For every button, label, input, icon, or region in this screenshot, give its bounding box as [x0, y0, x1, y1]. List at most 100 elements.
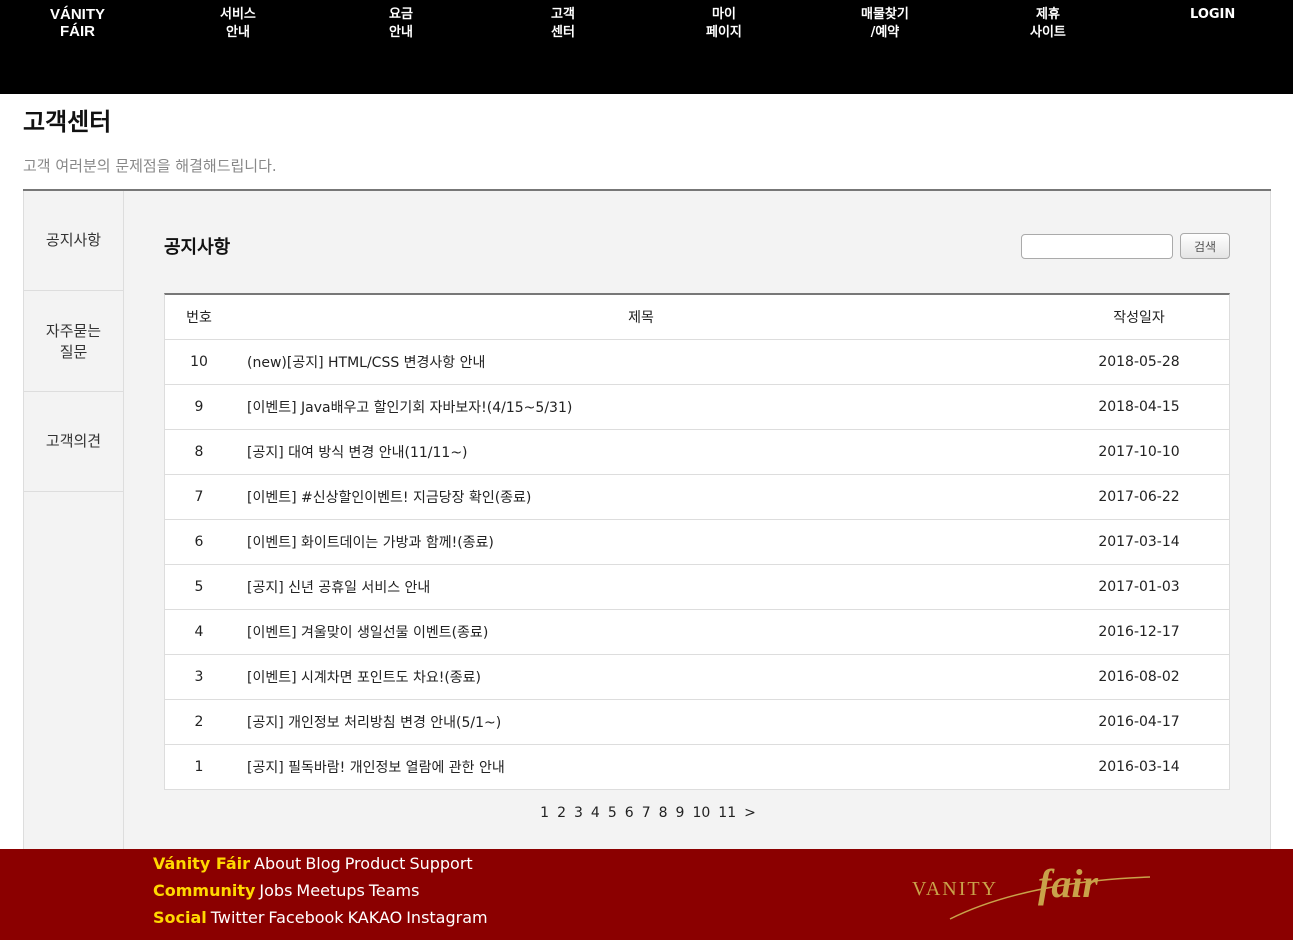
page-link[interactable]: 1	[540, 805, 549, 821]
footer-link[interactable]: Twitter	[211, 908, 265, 927]
row-title[interactable]: [이벤트] 화이트데이는 가방과 함께!(종료)	[233, 519, 1049, 565]
footer-link[interactable]: About	[254, 854, 301, 873]
page-link[interactable]: 9	[676, 805, 685, 821]
sidebar-item-notices[interactable]: 공지사항	[24, 191, 123, 291]
nav-item-pricing[interactable]: 요금 안내	[389, 6, 413, 42]
table-header-row: 번호 제목 작성일자	[165, 295, 1229, 340]
sidebar-item-label: 공지사항	[45, 231, 102, 249]
table-row[interactable]: 8 [공지] 대여 방식 변경 안내(11/11~) 2017-10-10	[165, 429, 1229, 475]
column-header-title: 제목	[233, 295, 1049, 340]
table-row[interactable]: 4 [이벤트] 겨울맞이 생일선물 이벤트(종료) 2016-12-17	[165, 609, 1229, 655]
table-row[interactable]: 9 [이벤트] Java배우고 할인기회 자바보자!(4/15~5/31) 2018…	[165, 384, 1229, 430]
row-date: 2016-08-02	[1049, 654, 1229, 700]
row-title[interactable]: [공지] 개인정보 처리방침 변경 안내(5/1~)	[233, 699, 1049, 745]
page-link[interactable]: 8	[659, 805, 668, 821]
row-date: 2017-03-14	[1049, 519, 1229, 565]
brand-logo[interactable]: VÁNITY FÁIR	[50, 6, 105, 40]
row-title[interactable]: [이벤트] 겨울맞이 생일선물 이벤트(종료)	[233, 609, 1049, 655]
footer-link[interactable]: Support	[409, 854, 472, 873]
row-date: 2017-06-22	[1049, 474, 1229, 520]
row-number: 10	[165, 339, 233, 385]
content-frame: 공지사항 자주묻는 질문 고객의견 공지사항 검색 번호 제목 작성일자 10(…	[23, 191, 1271, 849]
search-button[interactable]: 검색	[1180, 233, 1230, 259]
footer-link[interactable]: Facebook	[268, 908, 343, 927]
page-link[interactable]: 7	[642, 805, 651, 821]
row-number: 4	[165, 609, 233, 655]
logo-word-1: VANITY	[912, 878, 998, 900]
row-number: 2	[165, 699, 233, 745]
nav-label-line-1: 서비스	[220, 7, 256, 22]
table-row[interactable]: 10 (new)[공지] HTML/CSS 변경사항 안내 2018-05-28	[165, 339, 1229, 385]
logo-word-2: fair	[1038, 861, 1098, 906]
footer-link[interactable]: Blog	[305, 854, 340, 873]
footer-link[interactable]: Instagram	[406, 908, 487, 927]
nav-label-line-2: 페이지	[706, 25, 742, 40]
footer-link[interactable]: Teams	[369, 881, 420, 900]
sidebar: 공지사항 자주묻는 질문 고객의견	[24, 191, 124, 849]
table-row[interactable]: 1 [공지] 필독바람! 개인정보 열람에 관한 안내 2016-03-14	[165, 744, 1229, 790]
row-title[interactable]: [이벤트] 시계차면 포인트도 차요!(종료)	[233, 654, 1049, 700]
page-link[interactable]: 2	[557, 805, 566, 821]
notice-table: 번호 제목 작성일자 10 (new)[공지] HTML/CSS 변경사항 안내 2…	[165, 295, 1229, 790]
nav-label-line-1: 마이	[711, 7, 736, 22]
table-row[interactable]: 3 [이벤트] 시계차면 포인트도 차요!(종료) 2016-08-02	[165, 654, 1229, 700]
row-date: 2018-04-15	[1049, 384, 1229, 430]
row-number: 1	[165, 744, 233, 790]
notice-board: 번호 제목 작성일자 10 (new)[공지] HTML/CSS 변경사항 안내 2…	[164, 293, 1230, 790]
page-title: 고객센터	[23, 108, 112, 136]
row-date: 2016-03-14	[1049, 744, 1229, 790]
row-number: 5	[165, 564, 233, 610]
search-input[interactable]	[1021, 234, 1173, 259]
nav-item-find-listing[interactable]: 매물찾기 /예약	[861, 6, 909, 42]
footer-line-social: Social Twitter Facebook KAKAO Instagram	[153, 908, 492, 927]
row-number: 3	[165, 654, 233, 700]
nav-item-my-page[interactable]: 마이 페이지	[706, 6, 742, 42]
table-row[interactable]: 7 [이벤트] #신상할인이벤트! 지금당장 확인(종료) 2017-06-22	[165, 474, 1229, 520]
page-link[interactable]: 5	[608, 805, 617, 821]
sidebar-label-line-1: 자주묻는	[45, 321, 102, 340]
row-number: 9	[165, 384, 233, 430]
nav-label-line-2: 안내	[389, 25, 413, 40]
brand-line-1: VÁNITY	[50, 6, 106, 23]
nav-label-line-1: 요금	[389, 7, 413, 22]
nav-item-service-info[interactable]: 서비스 안내	[220, 6, 256, 42]
row-title[interactable]: [이벤트] Java배우고 할인기회 자바보자!(4/15~5/31)	[233, 384, 1049, 430]
pagination: 1 2 3 4 5 6 7 8 9 10 11 >	[24, 805, 1272, 821]
login-link[interactable]: LOGIN	[1190, 6, 1235, 24]
sidebar-item-feedback[interactable]: 고객의견	[24, 392, 123, 492]
table-row[interactable]: 6 [이벤트] 화이트데이는 가방과 함께!(종료) 2017-03-14	[165, 519, 1229, 565]
page-link[interactable]: 10	[692, 805, 710, 821]
footer-link[interactable]: Product	[345, 854, 406, 873]
nav-label-line-2: 안내	[225, 25, 250, 40]
page-link[interactable]: 11	[718, 805, 736, 821]
row-title[interactable]: (new)[공지] HTML/CSS 변경사항 안내	[233, 339, 1049, 385]
nav-label-line-2: /예약	[870, 25, 900, 40]
row-number: 6	[165, 519, 233, 565]
footer-link[interactable]: KAKAO	[348, 908, 403, 927]
nav-label-line-1: 제휴	[1035, 7, 1060, 22]
footer-link[interactable]: Meetups	[296, 881, 364, 900]
nav-label-line-1: 매물찾기	[861, 7, 909, 22]
row-date: 2017-10-10	[1049, 429, 1229, 475]
next-page-link[interactable]: >	[744, 805, 756, 821]
column-header-date: 작성일자	[1049, 295, 1229, 340]
page-link[interactable]: 4	[591, 805, 600, 821]
nav-label-line-2: 사이트	[1030, 25, 1066, 40]
page-link[interactable]: 3	[574, 805, 583, 821]
row-title[interactable]: [공지] 필독바람! 개인정보 열람에 관한 안내	[233, 744, 1049, 790]
sidebar-item-faq[interactable]: 자주묻는 질문	[24, 292, 123, 392]
nav-item-customer-center[interactable]: 고객 센터	[551, 6, 575, 42]
nav-item-partner-sites[interactable]: 제휴 사이트	[1030, 6, 1066, 42]
column-header-number: 번호	[165, 295, 233, 340]
page-link[interactable]: 6	[625, 805, 634, 821]
row-title[interactable]: [공지] 대여 방식 변경 안내(11/11~)	[233, 429, 1049, 475]
table-row[interactable]: 2 [공지] 개인정보 처리방침 변경 안내(5/1~) 2016-04-17	[165, 699, 1229, 745]
sidebar-item-label: 고객의견	[45, 432, 102, 450]
footer-link[interactable]: Jobs	[259, 881, 292, 900]
footer-line-community: Community Jobs Meetups Teams	[153, 881, 423, 900]
table-row[interactable]: 5 [공지] 신년 공휴일 서비스 안내 2017-01-03	[165, 564, 1229, 610]
row-title[interactable]: [이벤트] #신상할인이벤트! 지금당장 확인(종료)	[233, 474, 1049, 520]
login-label: LOGIN	[1190, 7, 1236, 22]
row-date: 2016-04-17	[1049, 699, 1229, 745]
row-title[interactable]: [공지] 신년 공휴일 서비스 안내	[233, 564, 1049, 610]
